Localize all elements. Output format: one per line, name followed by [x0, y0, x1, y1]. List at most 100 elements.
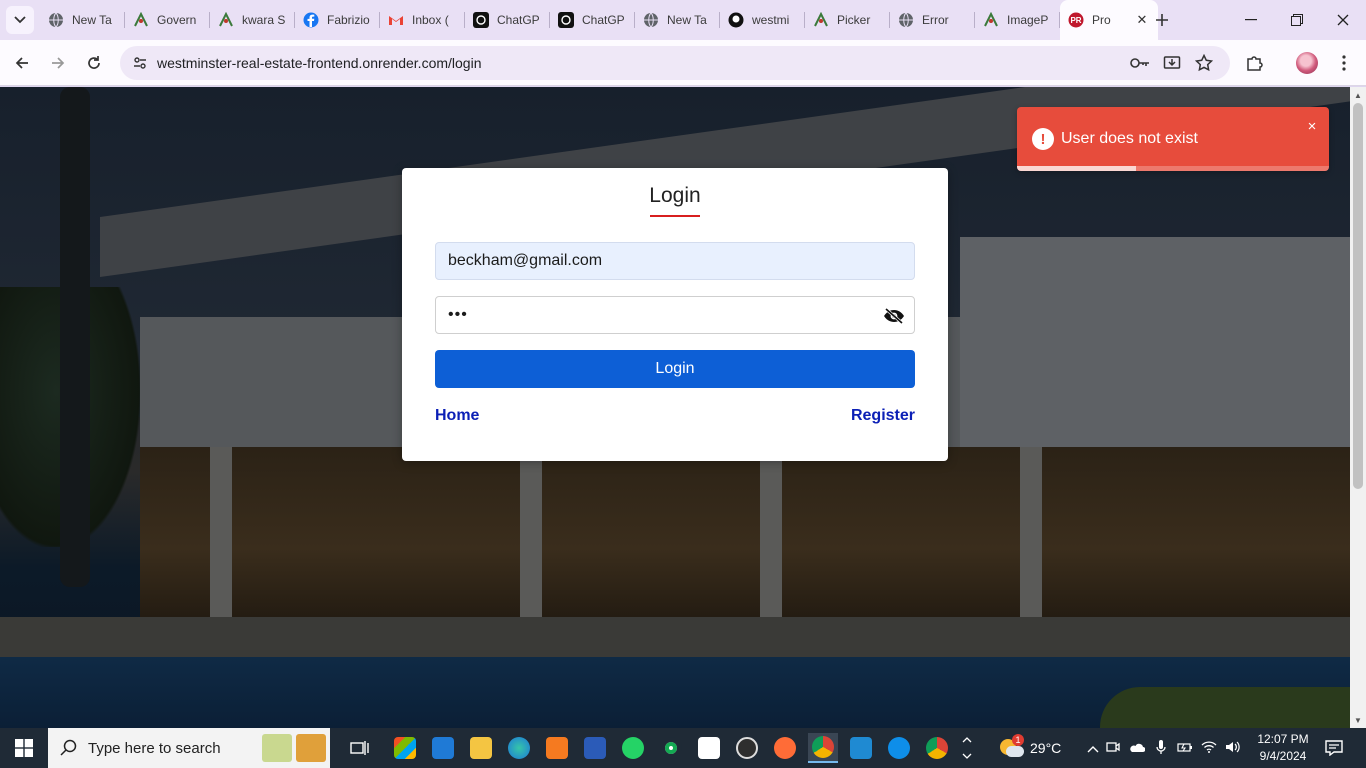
page-scrollbar[interactable]: ▲ ▼ [1350, 87, 1366, 728]
close-window-button[interactable] [1320, 0, 1366, 40]
bookmark-button[interactable] [1192, 51, 1216, 75]
tab-label: New Ta [667, 13, 707, 27]
mail-app[interactable] [428, 733, 458, 763]
teamviewer-icon [888, 737, 910, 759]
edge-app[interactable] [504, 733, 534, 763]
start-button[interactable] [8, 736, 40, 760]
scroll-down-icon[interactable]: ▼ [1350, 713, 1366, 727]
vscode-app[interactable] [846, 733, 876, 763]
xampp-app[interactable] [542, 733, 572, 763]
install-app-button[interactable] [1160, 51, 1184, 75]
meet-now-icon[interactable] [1101, 740, 1125, 757]
search-highlight-image [262, 734, 326, 762]
wifi-icon[interactable] [1197, 740, 1221, 756]
site-icon [813, 12, 829, 28]
onedrive-icon[interactable] [1125, 740, 1149, 756]
tab-label: ChatGP [497, 13, 540, 27]
taskbar: Type here to search 1 29°C 12:07 PM 9/4/… [0, 728, 1366, 768]
home-link[interactable]: Home [435, 407, 479, 425]
key-icon [1130, 58, 1149, 68]
obs-icon [736, 737, 758, 759]
postman-app[interactable] [770, 733, 800, 763]
login-card: Login beckham@gmail.com ••• Login Home R… [402, 168, 948, 461]
tab-label: Govern [157, 13, 197, 27]
tab-label: kwara S [242, 13, 286, 27]
word-app[interactable] [580, 733, 610, 763]
clock-time: 12:07 PM [1257, 732, 1309, 746]
search-placeholder: Type here to search [88, 739, 221, 757]
chrome-profile-app[interactable] [922, 733, 952, 763]
capcut-app[interactable] [694, 733, 724, 763]
microphone-icon[interactable] [1149, 739, 1173, 758]
browser-tab[interactable]: kwara S [210, 0, 295, 40]
obs-app[interactable] [732, 733, 762, 763]
toggle-password-button[interactable] [882, 304, 906, 328]
browser-tab[interactable]: Inbox ( [380, 0, 465, 40]
tab-label: Pro [1092, 13, 1111, 27]
arrow-right-icon [52, 57, 65, 69]
extensions-button[interactable] [1240, 49, 1268, 77]
password-field[interactable]: ••• [435, 296, 915, 334]
browser-tab[interactable]: New Ta [40, 0, 125, 40]
back-button[interactable] [8, 49, 36, 77]
browser-tab[interactable]: Fabrizio [295, 0, 380, 40]
taskbar-overflow-button[interactable] [958, 733, 976, 763]
battery-icon[interactable] [1173, 740, 1197, 756]
browser-tab[interactable]: Govern [125, 0, 210, 40]
puzzle-icon [1247, 56, 1263, 71]
postman-icon [774, 737, 796, 759]
mongodb-app[interactable] [656, 733, 686, 763]
restore-button[interactable] [1274, 0, 1320, 40]
scroll-thumb[interactable] [1353, 103, 1363, 489]
password-key-button[interactable] [1128, 51, 1152, 75]
reload-button[interactable] [80, 49, 108, 77]
new-tab-button[interactable] [1150, 8, 1174, 32]
browser-tab[interactable]: ImageP [975, 0, 1060, 40]
browser-tab-active[interactable]: PR Pro ✕ [1060, 0, 1158, 40]
file-explorer-app[interactable] [466, 733, 496, 763]
minimize-button[interactable] [1228, 0, 1274, 40]
tab-search-button[interactable] [6, 6, 34, 34]
tray-chevron-icon[interactable] [1085, 740, 1101, 756]
browser-menu-button[interactable] [1330, 49, 1358, 77]
chrome-icon [926, 737, 948, 759]
browser-tab[interactable]: westmi [720, 0, 805, 40]
browser-tab[interactable]: ChatGP [550, 0, 635, 40]
browser-tab[interactable]: ChatGP [465, 0, 550, 40]
password-value: ••• [448, 306, 468, 323]
email-field[interactable]: beckham@gmail.com [435, 242, 915, 280]
tab-close-button[interactable]: ✕ [1134, 12, 1150, 28]
clock[interactable]: 12:07 PM 9/4/2024 [1250, 731, 1316, 765]
taskbar-search[interactable]: Type here to search [48, 728, 330, 768]
toast-message: User does not exist [1061, 130, 1198, 147]
task-view-icon [350, 741, 369, 755]
tab-label: Inbox ( [412, 13, 449, 27]
login-button[interactable]: Login [435, 350, 915, 388]
teamviewer-app[interactable] [884, 733, 914, 763]
store-app[interactable] [390, 733, 420, 763]
address-bar[interactable]: westminster-real-estate-frontend.onrende… [120, 46, 1230, 80]
browser-tab[interactable]: Picker [805, 0, 890, 40]
toast-close-button[interactable]: × [1305, 118, 1319, 135]
notification-center-button[interactable] [1322, 736, 1346, 760]
browser-tab[interactable]: New Ta [635, 0, 720, 40]
store-icon [394, 737, 416, 759]
site-icon [983, 12, 999, 28]
volume-icon[interactable] [1221, 740, 1245, 757]
error-toast: ! User does not exist × [1017, 107, 1329, 171]
register-link[interactable]: Register [851, 407, 915, 425]
whatsapp-app[interactable] [618, 733, 648, 763]
site-info-button[interactable] [128, 51, 152, 75]
weather-icon: 1 [998, 734, 1024, 759]
browser-tab[interactable]: Error [890, 0, 975, 40]
url-text[interactable]: westminster-real-estate-frontend.onrende… [157, 55, 482, 71]
weather-widget[interactable]: 1 29°C [998, 728, 1061, 768]
forward-button[interactable] [44, 49, 72, 77]
windows-icon [15, 739, 33, 757]
temperature-text: 29°C [1030, 740, 1062, 756]
scroll-up-icon[interactable]: ▲ [1350, 88, 1366, 102]
xampp-icon [546, 737, 568, 759]
chrome-app[interactable] [808, 733, 838, 763]
task-view-button[interactable] [345, 733, 375, 763]
profile-button[interactable] [1293, 49, 1321, 77]
